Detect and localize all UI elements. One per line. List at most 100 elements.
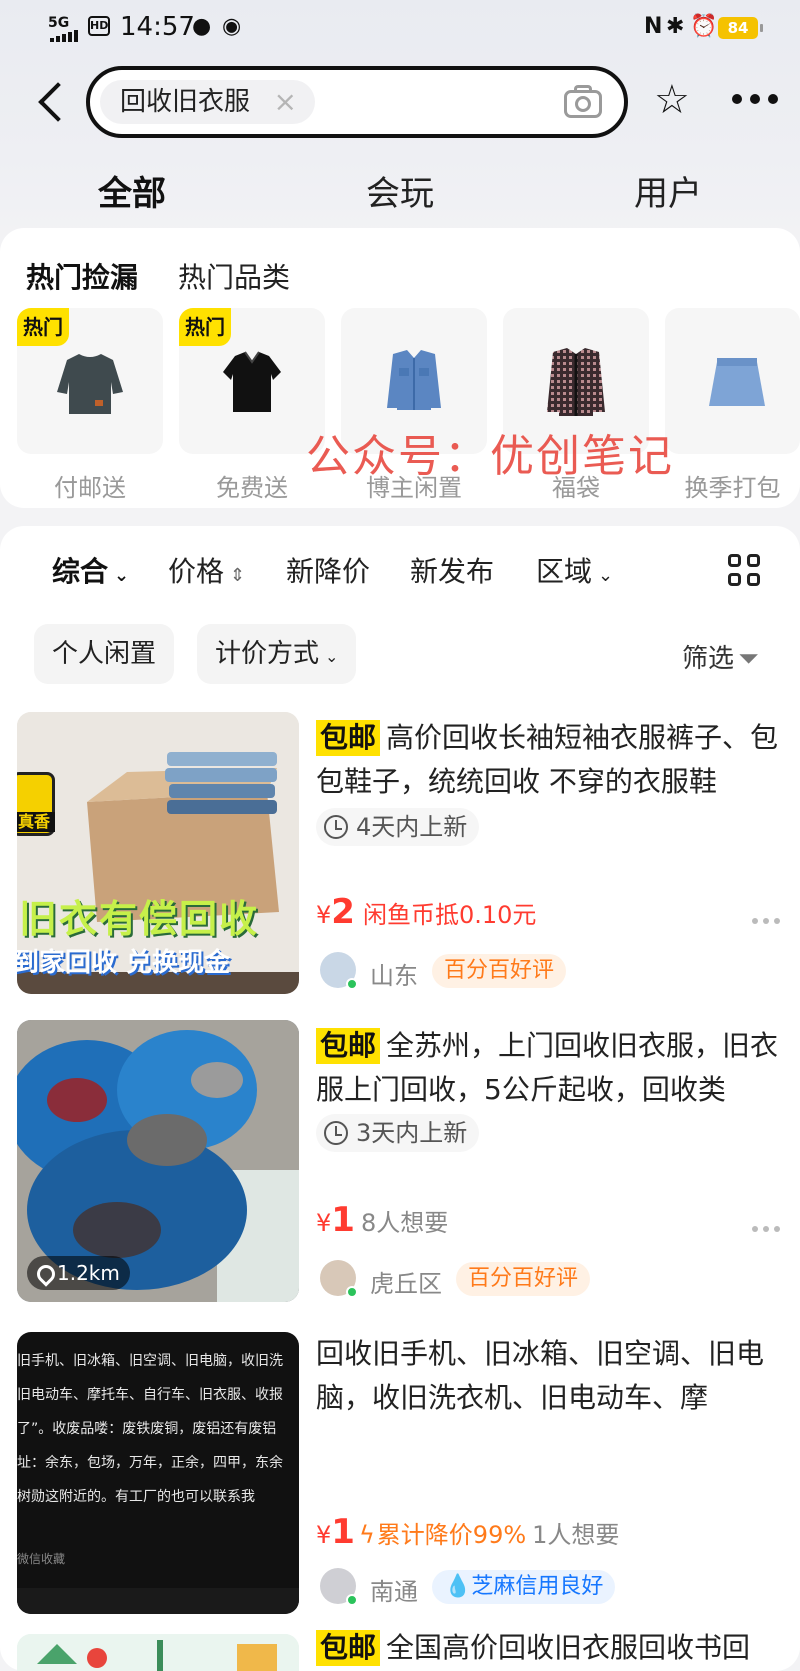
free-shipping-badge: 包邮: [316, 1028, 381, 1064]
seller-location: 虎丘区: [370, 1270, 442, 1298]
freshness-text: 3天内上新: [356, 1119, 468, 1147]
filter-button[interactable]: 筛选 ⏷: [682, 638, 759, 675]
free-shipping-badge: 包邮: [316, 1630, 381, 1666]
listing-title[interactable]: 包邮 全苏州，上门回收旧衣服，旧衣服上门回收，5公斤起收，回收类: [316, 1024, 786, 1112]
sort-arrows-icon: ⇕: [230, 565, 246, 586]
listing-title-text: 全苏州，上门回收旧衣服，旧衣服上门回收，5公斤起收，回收类: [316, 1029, 779, 1106]
credit-badge-text: 芝麻信用良好: [471, 1574, 604, 1599]
clock-icon: [324, 1121, 348, 1145]
currency-symbol: ¥: [316, 901, 332, 929]
online-indicator: [346, 1594, 358, 1606]
sort-region-label: 区域: [536, 555, 593, 588]
hot-categories-tab[interactable]: 热门品类: [178, 256, 290, 296]
tab-users[interactable]: 用户: [634, 166, 702, 215]
thumb-text-line: 旧电动车、摩托车、自行车、旧衣服、收报: [17, 1387, 283, 1403]
back-arrow-icon[interactable]: [34, 82, 74, 122]
price-value: 1: [331, 1512, 355, 1552]
listing-price: ¥2 闲鱼币抵0.10元: [316, 892, 536, 932]
seller-location: 山东: [370, 962, 418, 990]
listing-thumbnail[interactable]: 真香 旧衣有偿回收 到家回收 兑换现金: [17, 712, 299, 994]
sort-new-post[interactable]: 新发布: [410, 550, 494, 590]
more-options-icon[interactable]: [752, 1226, 782, 1234]
credit-badge: 💧芝麻信用良好: [432, 1570, 616, 1604]
thumb-text-line: 树勋这附近的。有工厂的也可以联系我: [17, 1489, 255, 1505]
price-value: 2: [331, 892, 355, 932]
clear-icon[interactable]: ×: [274, 80, 297, 124]
listing-price: ¥1 ϟ累计降价99% 1人想要: [316, 1512, 619, 1552]
listing-title[interactable]: 包邮 高价回收长袖短袖衣服裤子、包包鞋子，统统回收 不穿的衣服鞋: [316, 716, 786, 804]
want-count: 8人想要: [360, 1209, 449, 1237]
hot-item[interactable]: [665, 308, 800, 454]
status-bar: 5G HD 14:57 ● ◉ N ✱ ⏰ 84: [0, 0, 800, 60]
favorite-star-icon[interactable]: ☆: [654, 80, 690, 120]
thumb-text-line: 了”。收废品喽：废铁废铜，废铝还有废铝: [17, 1421, 277, 1437]
search-box[interactable]: 回收旧衣服 ×: [86, 66, 628, 138]
thumb-text-line: 址：余东，包场，万年，正余，四甲，东余: [17, 1455, 283, 1471]
network-type: 5G: [48, 15, 70, 31]
filter-pricing-label: 计价方式: [215, 639, 320, 669]
hot-item-label: 付邮送: [54, 474, 126, 502]
sort-price-label: 价格: [168, 555, 225, 588]
thumb-text-line: 旧手机、旧冰箱、旧空调、旧电脑，收旧洗: [17, 1353, 283, 1369]
sort-new-drop[interactable]: 新降价: [286, 550, 370, 590]
online-indicator: [346, 1286, 358, 1298]
hot-item[interactable]: 热门: [179, 308, 325, 454]
listing-title-text: 高价回收长袖短袖衣服裤子、包包鞋子，统统回收 不穿的衣服鞋: [316, 721, 779, 798]
rating-badge: 百分百好评: [456, 1262, 591, 1296]
lightning-icon: ϟ: [358, 1521, 375, 1549]
more-options-icon[interactable]: [752, 918, 782, 926]
chevron-down-icon: ⌄: [598, 565, 614, 586]
wechat-icon: ●: [192, 14, 212, 39]
filter-pricing-method[interactable]: 计价方式 ⌄: [197, 624, 357, 684]
sort-composite-label: 综合: [52, 555, 109, 588]
listing-thumbnail[interactable]: 1.2km: [17, 1020, 299, 1302]
camera-icon[interactable]: [562, 80, 604, 124]
battery-icon: 84: [718, 17, 763, 39]
freshness-tag: 3天内上新: [316, 1114, 480, 1152]
listing-title[interactable]: 回收旧手机、旧冰箱、旧空调、旧电脑，收旧洗衣机、旧电动车、摩: [316, 1332, 786, 1420]
hot-deals-tab[interactable]: 热门捡漏: [26, 256, 138, 296]
thumb-headline: 旧衣有偿回收: [19, 897, 260, 941]
rating-badge: 百分百好评: [432, 954, 567, 988]
seller-location: 南通: [370, 1578, 418, 1606]
tab-label: 全部: [98, 174, 166, 214]
more-options-icon[interactable]: [732, 94, 780, 106]
signal-icon: [50, 30, 80, 42]
search-query-chip[interactable]: 回收旧衣服 ×: [100, 80, 315, 124]
freshness-tag: 4天内上新: [316, 808, 480, 846]
listing-price: ¥1 8人想要: [316, 1200, 448, 1240]
sort-region[interactable]: 区域 ⌄: [536, 550, 613, 590]
listing-photo-partial: [17, 1634, 299, 1671]
avatar[interactable]: [320, 1568, 358, 1606]
free-shipping-badge: 包邮: [316, 720, 381, 756]
distance-badge: 1.2km: [27, 1256, 130, 1290]
hot-item[interactable]: 热门: [17, 308, 163, 454]
listing-title-text: 全国高价回收旧衣服回收书回: [386, 1631, 751, 1664]
listing-title[interactable]: 包邮 全国高价回收旧衣服回收书回: [316, 1626, 786, 1670]
sort-price[interactable]: 价格 ⇕: [168, 550, 245, 590]
thumb-subheadline: 到家回收 兑换现金: [17, 948, 231, 978]
want-count: 1人想要: [532, 1521, 620, 1549]
search-query-text: 回收旧衣服: [120, 87, 251, 117]
hd-icon: HD: [88, 16, 110, 36]
price-value: 1: [331, 1200, 355, 1240]
chevron-down-icon: ⌄: [114, 565, 130, 586]
bluetooth-icon: ✱: [666, 14, 685, 39]
avatar[interactable]: [320, 952, 358, 990]
avatar[interactable]: [320, 1260, 358, 1298]
clock-icon: [324, 815, 348, 839]
app-notification-icon: ◉: [222, 14, 242, 39]
filter-personal-idle[interactable]: 个人闲置: [34, 624, 175, 684]
hot-badge: 热门: [179, 308, 231, 346]
nfc-icon: N: [644, 14, 663, 39]
coin-discount: 闲鱼币抵0.10元: [362, 901, 537, 929]
denim-skirt-icon: [709, 358, 765, 406]
grid-view-icon[interactable]: [728, 554, 762, 588]
currency-symbol: ¥: [316, 1209, 332, 1237]
tab-all[interactable]: 全部: [96, 166, 168, 215]
chevron-down-icon: ⌄: [325, 647, 339, 666]
listing-thumbnail[interactable]: [17, 1634, 299, 1671]
sort-composite[interactable]: 综合 ⌄: [52, 550, 129, 590]
tab-play[interactable]: 会玩: [366, 166, 434, 215]
listing-thumbnail[interactable]: 旧手机、旧冰箱、旧空调、旧电脑，收旧洗 旧电动车、摩托车、自行车、旧衣服、收报 …: [17, 1332, 299, 1614]
